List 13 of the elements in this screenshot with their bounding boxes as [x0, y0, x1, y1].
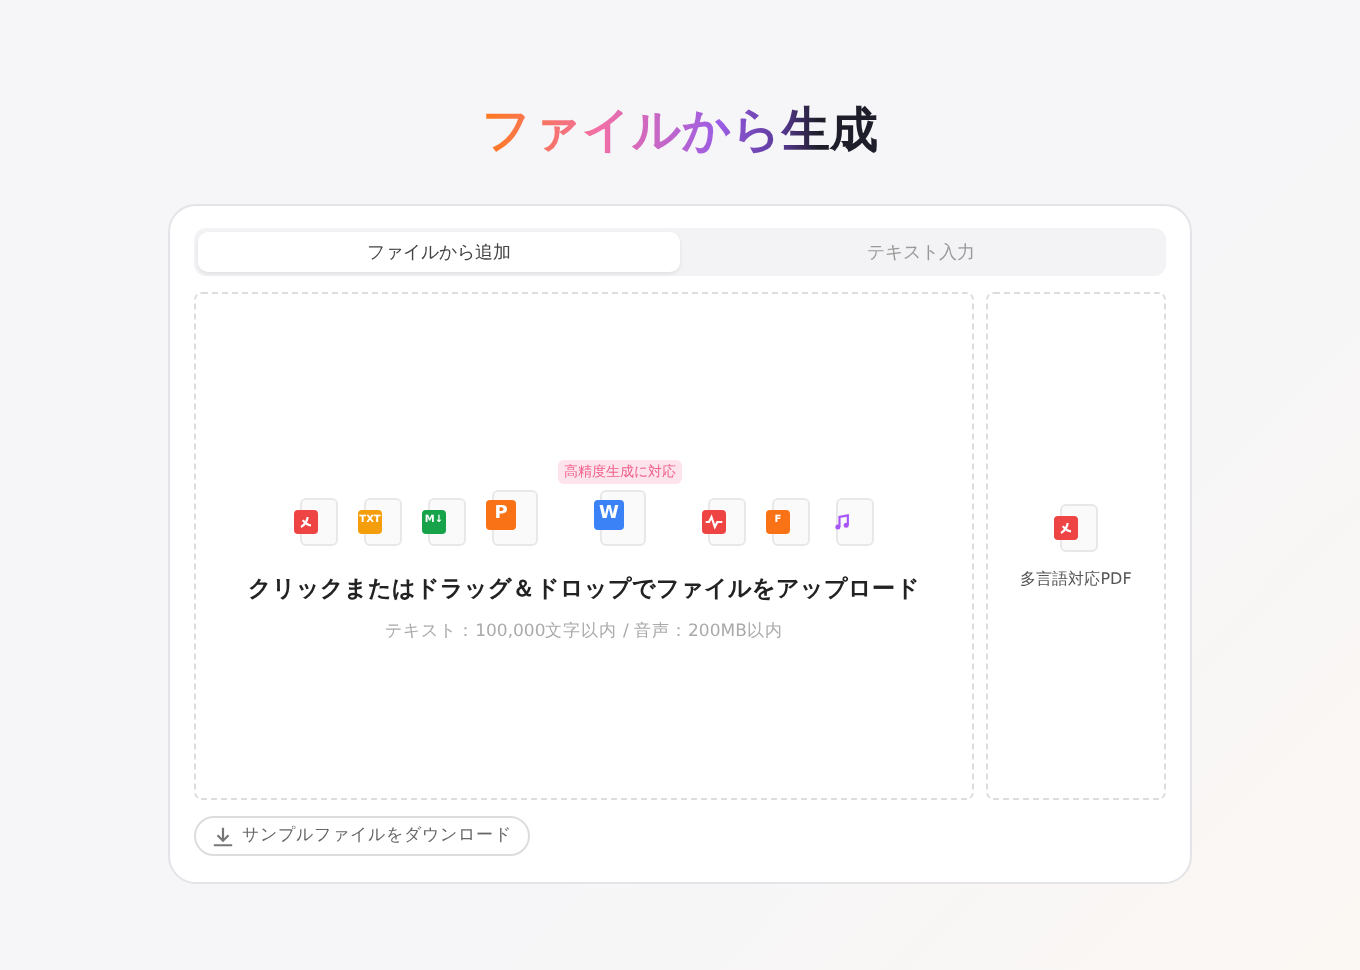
file-type-icon: W [594, 489, 646, 545]
upload-limits: テキスト：100,000文字以内 / 音声：200MB以内 [385, 619, 783, 643]
download-icon [212, 825, 234, 847]
file-type-icon [294, 497, 338, 545]
file-type-icon [702, 497, 746, 545]
download-sample-button[interactable]: サンプルファイルをダウンロード [194, 816, 530, 856]
tab[interactable]: ファイルから追加 [198, 232, 680, 272]
file-type-icon: P [486, 489, 538, 545]
pdf-panel-label: 多言語対応PDF [1020, 567, 1132, 589]
file-type-icon [830, 497, 874, 545]
pdf-panel[interactable]: 多言語対応PDF [986, 292, 1166, 800]
upload-instruction: クリックまたはドラッグ＆ドロップでファイルをアップロード [248, 573, 920, 603]
pdf-file-icon [1054, 503, 1098, 551]
